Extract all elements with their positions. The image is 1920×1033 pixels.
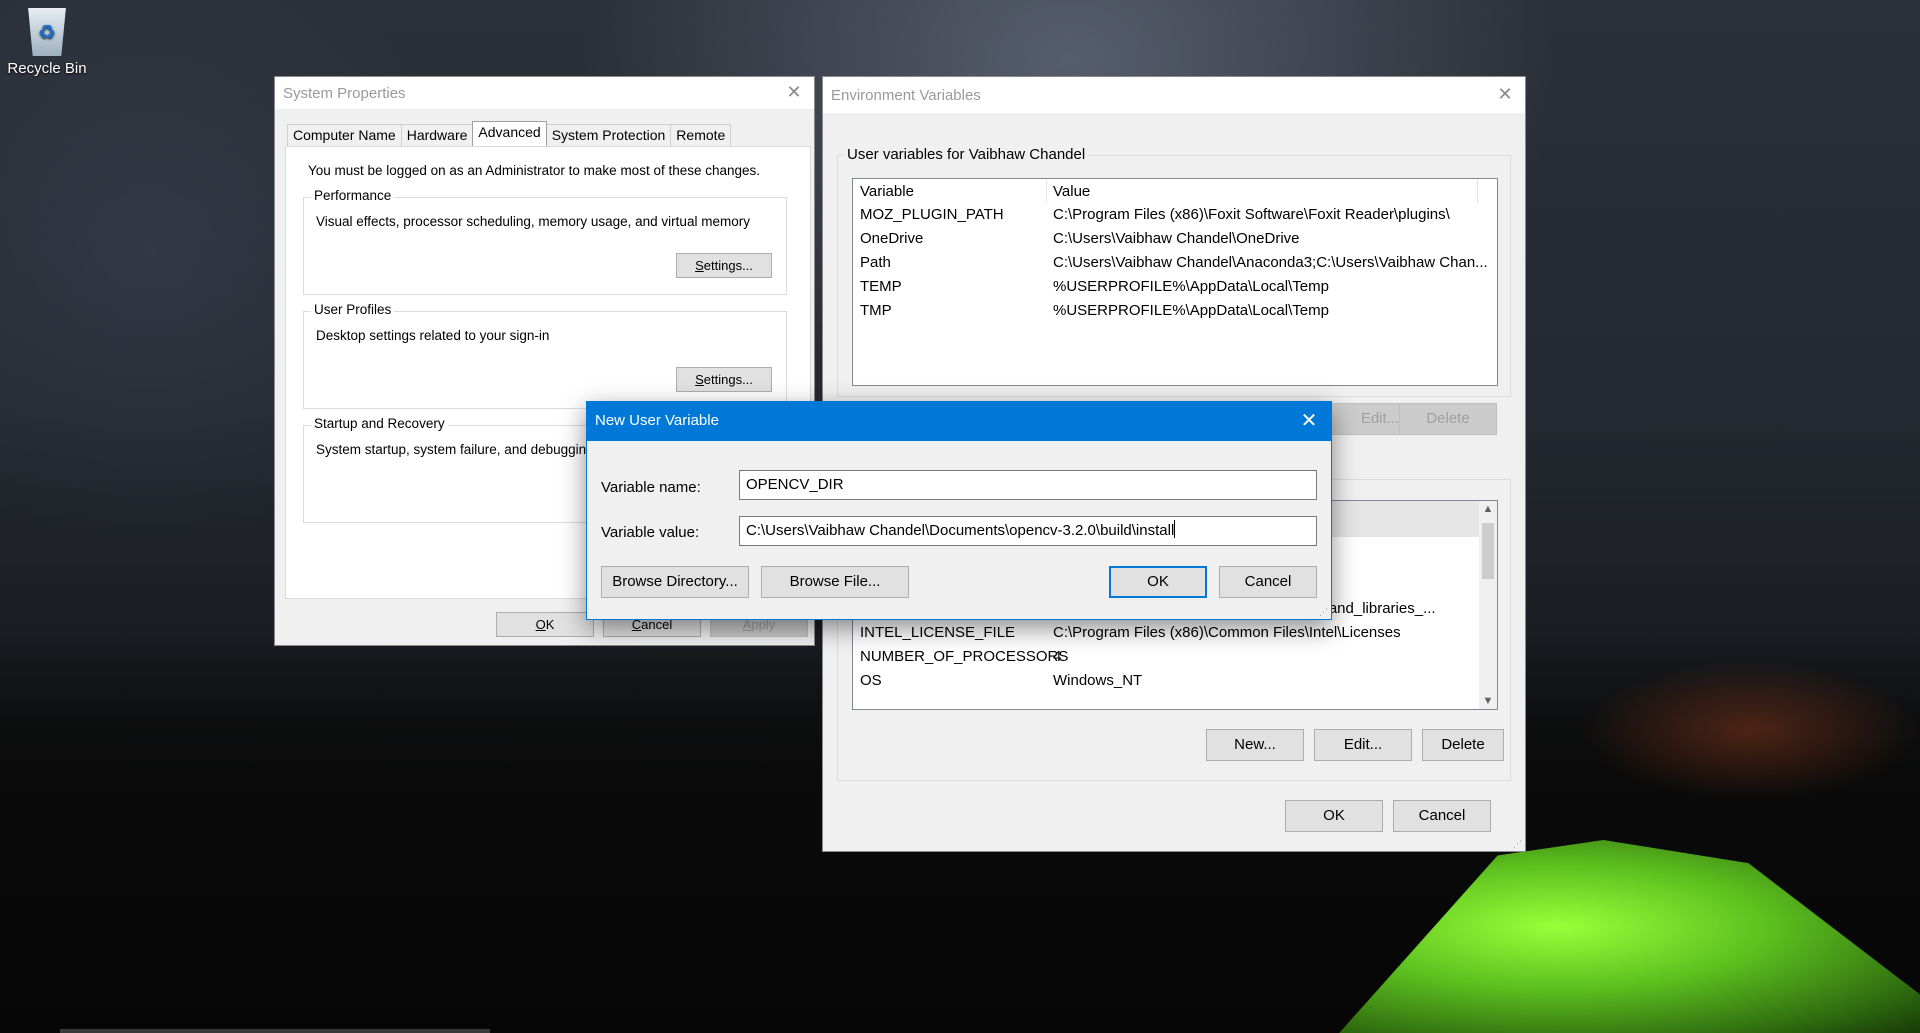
window-title: System Properties bbox=[283, 85, 406, 102]
tab-remote[interactable]: Remote bbox=[670, 124, 732, 146]
variable-value: Windows_NT bbox=[1053, 672, 1143, 689]
new-user-variable-titlebar[interactable]: New User Variable ✕ bbox=[587, 402, 1331, 441]
vertical-scrollbar[interactable]: ▲ ▼ bbox=[1479, 501, 1497, 709]
tab-system-protection[interactable]: System Protection bbox=[545, 124, 672, 146]
variable-value: 4 bbox=[1053, 648, 1062, 665]
scrollbar-thumb[interactable] bbox=[1482, 523, 1494, 579]
list-item[interactable]: NUMBER_OF_PROCESSORS 4 bbox=[853, 645, 1497, 669]
resize-grip-icon[interactable]: ⋰ bbox=[1513, 839, 1523, 849]
sysprops-ok-button[interactable]: OK bbox=[496, 612, 594, 637]
variable-value-text: C:\Users\Vaibhaw Chandel\Documents\openc… bbox=[746, 522, 1175, 539]
tab-strip: Computer Name Hardware Advanced System P… bbox=[287, 121, 732, 146]
tab-computer-name[interactable]: Computer Name bbox=[287, 124, 402, 146]
variable-name: NUMBER_OF_PROCESSORS bbox=[860, 648, 1069, 665]
list-item[interactable]: INTEL_LICENSE_FILE C:\Program Files (x86)… bbox=[853, 621, 1497, 645]
tab-hardware[interactable]: Hardware bbox=[400, 124, 474, 146]
window-title: Environment Variables bbox=[831, 87, 981, 104]
variable-value-field[interactable]: C:\Users\Vaibhaw Chandel\Documents\openc… bbox=[739, 516, 1317, 546]
close-icon[interactable]: ✕ bbox=[774, 77, 814, 109]
horizon-glow bbox=[1580, 660, 1920, 800]
variable-value: C:\Program Files (x86)\Common Files\Inte… bbox=[1053, 624, 1401, 641]
user-profiles-description: Desktop settings related to your sign-in bbox=[316, 328, 550, 343]
list-item[interactable]: OneDrive C:\Users\Vaibhaw Chandel\OneDriv… bbox=[853, 227, 1497, 251]
close-icon[interactable]: ✕ bbox=[1485, 77, 1525, 113]
variable-name: INTEL_LICENSE_FILE bbox=[860, 624, 1016, 641]
recycle-bin-label: Recycle Bin bbox=[7, 60, 87, 77]
column-header-value[interactable]: Value bbox=[1053, 183, 1090, 200]
column-divider[interactable] bbox=[1046, 179, 1047, 203]
performance-settings-button[interactable]: Settings... bbox=[676, 253, 772, 278]
list-header: Variable Value bbox=[853, 179, 1497, 203]
variable-name: Path bbox=[860, 254, 891, 271]
user-variables-list[interactable]: Variable Value MOZ_PLUGIN_PATH C:\Program… bbox=[852, 178, 1498, 386]
user-profiles-group: User Profiles Desktop settings related t… bbox=[303, 302, 787, 409]
variable-name: TEMP bbox=[860, 278, 902, 295]
list-item[interactable]: OS Windows_NT bbox=[853, 669, 1497, 693]
column-header-variable[interactable]: Variable bbox=[860, 183, 914, 200]
taskbar-edge bbox=[60, 1029, 490, 1033]
variable-value: C:\Program Files (x86)\Foxit Software\Fo… bbox=[1053, 206, 1450, 223]
user-variables-frame: User variables for Vaibhaw Chandel Varia… bbox=[837, 146, 1511, 397]
variable-value: C:\Users\Vaibhaw Chandel\Anaconda3;C:\Us… bbox=[1053, 254, 1488, 271]
system-delete-button[interactable]: Delete bbox=[1422, 729, 1504, 761]
resize-grip-icon[interactable]: ⋰ bbox=[1319, 607, 1329, 617]
new-user-variable-dialog: New User Variable ✕ Variable name: OPENC… bbox=[586, 401, 1332, 620]
variable-name-field[interactable]: OPENCV_DIR bbox=[739, 470, 1317, 500]
browse-directory-button[interactable]: Browse Directory... bbox=[601, 566, 749, 598]
list-item[interactable]: TMP %USERPROFILE%\AppData\Local\Temp bbox=[853, 299, 1497, 323]
variable-name: MOZ_PLUGIN_PATH bbox=[860, 206, 1004, 223]
system-new-button[interactable]: New... bbox=[1206, 729, 1304, 761]
startup-recovery-description: System startup, system failure, and debu… bbox=[316, 442, 594, 457]
performance-description: Visual effects, processor scheduling, me… bbox=[316, 214, 750, 229]
chevron-down-icon[interactable]: ▼ bbox=[1479, 695, 1497, 707]
browse-file-button[interactable]: Browse File... bbox=[761, 566, 909, 598]
user-variables-title: User variables for Vaibhaw Chandel bbox=[844, 146, 1089, 163]
dialog-ok-button[interactable]: OK bbox=[1109, 566, 1207, 598]
chevron-up-icon[interactable]: ▲ bbox=[1479, 503, 1497, 515]
environment-variables-titlebar[interactable]: Environment Variables ✕ bbox=[823, 77, 1525, 113]
admin-message: You must be logged on as an Administrato… bbox=[308, 163, 761, 178]
variable-name: OneDrive bbox=[860, 230, 924, 247]
dialog-title: New User Variable bbox=[595, 412, 719, 429]
env-ok-button[interactable]: OK bbox=[1285, 800, 1383, 832]
user-delete-button[interactable]: Delete bbox=[1399, 403, 1497, 435]
list-item[interactable]: MOZ_PLUGIN_PATH C:\Program Files (x86)\Fo… bbox=[853, 203, 1497, 227]
variable-value: %USERPROFILE%\AppData\Local\Temp bbox=[1053, 302, 1329, 319]
variable-value: %USERPROFILE%\AppData\Local\Temp bbox=[1053, 278, 1329, 295]
env-cancel-button[interactable]: Cancel bbox=[1393, 800, 1491, 832]
variable-name: TMP bbox=[860, 302, 892, 319]
list-item[interactable]: Path C:\Users\Vaibhaw Chandel\Anaconda3;C… bbox=[853, 251, 1497, 275]
list-item[interactable]: TEMP %USERPROFILE%\AppData\Local\Temp bbox=[853, 275, 1497, 299]
column-divider[interactable] bbox=[1477, 179, 1478, 203]
variable-value: C:\Users\Vaibhaw Chandel\OneDrive bbox=[1053, 230, 1300, 247]
performance-title: Performance bbox=[311, 188, 395, 203]
variable-name-label: Variable name: bbox=[601, 479, 701, 496]
startup-recovery-title: Startup and Recovery bbox=[311, 416, 448, 431]
recycle-bin-icon: ♻ bbox=[28, 8, 66, 56]
tab-advanced[interactable]: Advanced bbox=[472, 121, 547, 146]
variable-name: OS bbox=[860, 672, 882, 689]
recycle-bin-shortcut[interactable]: ♻ Recycle Bin bbox=[6, 8, 88, 77]
dialog-cancel-button[interactable]: Cancel bbox=[1219, 566, 1317, 598]
variable-value-label: Variable value: bbox=[601, 524, 700, 541]
performance-group: Performance Visual effects, processor sc… bbox=[303, 188, 787, 295]
system-properties-titlebar[interactable]: System Properties ✕ bbox=[275, 77, 814, 109]
user-profiles-title: User Profiles bbox=[311, 302, 395, 317]
close-icon[interactable]: ✕ bbox=[1287, 402, 1331, 441]
user-profiles-settings-button[interactable]: Settings... bbox=[676, 367, 772, 392]
text-caret bbox=[1174, 520, 1176, 538]
system-edit-button[interactable]: Edit... bbox=[1314, 729, 1412, 761]
variable-name-value: OPENCV_DIR bbox=[746, 476, 844, 493]
